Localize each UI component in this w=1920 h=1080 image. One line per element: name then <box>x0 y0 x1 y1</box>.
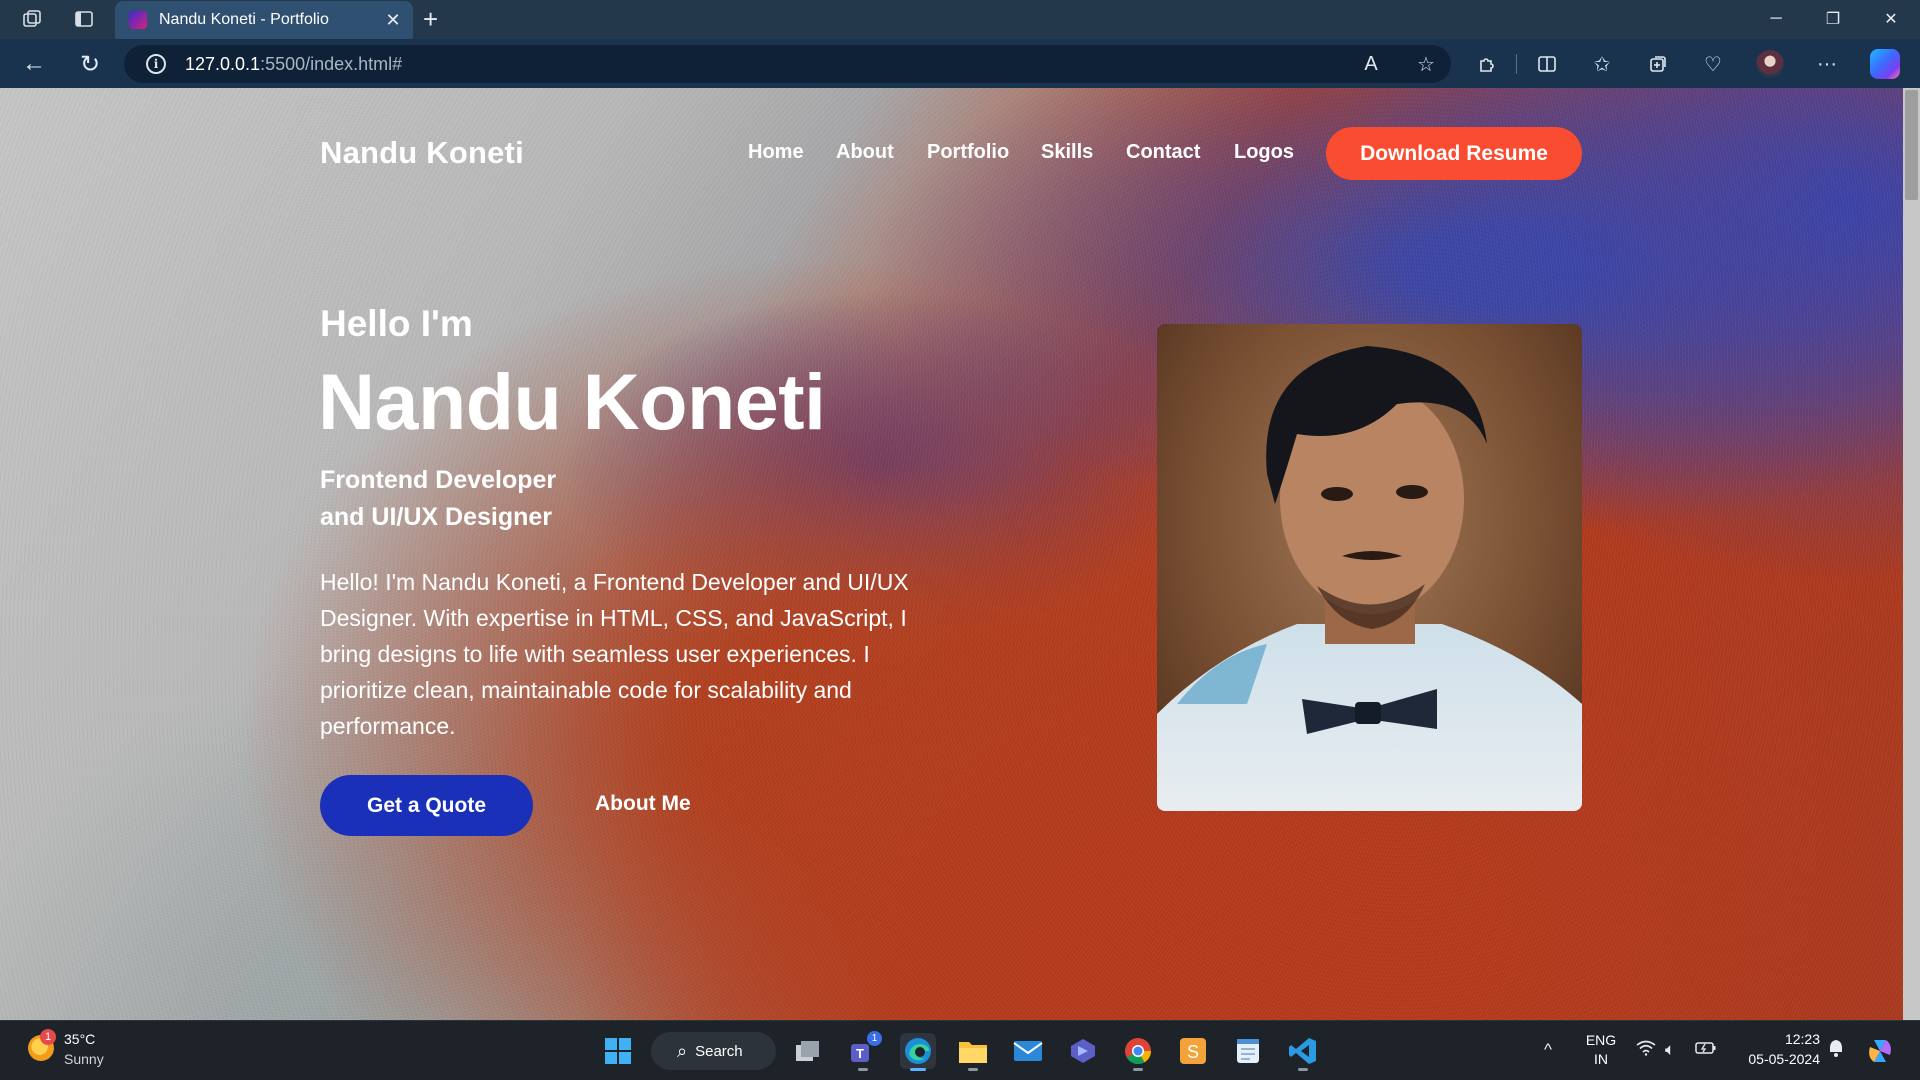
running-indicator <box>858 1068 868 1071</box>
hero-role: Frontend Developer and UI/UX Designer <box>320 462 556 536</box>
new-tab-icon[interactable]: + <box>423 6 438 32</box>
search-label: Search <box>695 1042 743 1060</box>
power-automate-icon[interactable] <box>1065 1033 1101 1069</box>
nav-about[interactable]: About <box>836 141 894 164</box>
scrollbar-thumb[interactable] <box>1905 90 1918 200</box>
clock-time[interactable]: 12:23 <box>1722 1031 1820 1047</box>
nav-skills[interactable]: Skills <box>1041 141 1093 164</box>
hero-bio: Hello! I'm Nandu Koneti, a Frontend Deve… <box>320 569 909 739</box>
site-favicon-icon <box>129 11 147 29</box>
favorites-icon[interactable]: ✩ <box>1587 50 1617 78</box>
running-indicator <box>910 1068 926 1071</box>
back-icon[interactable]: ← <box>21 50 47 77</box>
close-window-icon[interactable]: ✕ <box>1877 6 1905 32</box>
weather-badge: 1 <box>40 1029 56 1045</box>
site-brand[interactable]: Nandu Koneti <box>320 135 524 171</box>
restore-icon[interactable]: ❐ <box>1819 6 1847 32</box>
volume-icon[interactable]: 🔈︎ <box>1665 1040 1675 1060</box>
minimize-icon[interactable]: ─ <box>1762 6 1790 32</box>
profile-portrait <box>1157 324 1582 811</box>
tab-actions-icon[interactable] <box>73 8 95 30</box>
refresh-icon[interactable]: ↻ <box>77 51 103 78</box>
wifi-icon[interactable] <box>1636 1040 1656 1061</box>
profile-avatar[interactable] <box>1756 50 1784 78</box>
browser-tab-bar: Nandu Koneti - Portfolio ✕ + ─ ❐ ✕ <box>0 0 1920 39</box>
url-path: :5500/index.html# <box>260 53 403 74</box>
weather-description[interactable]: Sunny <box>64 1051 104 1067</box>
edge-icon[interactable] <box>900 1033 936 1071</box>
search-icon: ⌕ <box>677 1040 688 1061</box>
mail-icon[interactable] <box>1010 1033 1046 1069</box>
weather-temperature[interactable]: 35°C <box>64 1031 95 1047</box>
about-me-button[interactable]: About Me <box>595 792 691 816</box>
notepad-icon[interactable] <box>1230 1033 1266 1069</box>
hero-name: Nandu Koneti <box>318 357 826 446</box>
split-screen-icon[interactable] <box>1532 50 1562 78</box>
tab-title: Nandu Koneti - Portfolio <box>159 11 329 28</box>
show-hidden-icons-icon[interactable]: ^ <box>1544 1040 1552 1060</box>
taskbar-search[interactable]: ⌕ Search <box>651 1032 776 1070</box>
nav-home[interactable]: Home <box>748 141 804 164</box>
running-indicator <box>968 1068 978 1071</box>
chrome-icon[interactable] <box>1120 1033 1156 1071</box>
url-host: 127.0.0.1 <box>185 53 261 74</box>
browser-essentials-icon[interactable]: ♡ <box>1698 50 1728 78</box>
site-info-icon[interactable]: i <box>146 54 166 74</box>
download-resume-button[interactable]: Download Resume <box>1326 127 1582 180</box>
background-grain <box>0 88 1920 1020</box>
extensions-icon[interactable] <box>1472 50 1502 78</box>
address-bar[interactable]: i 127.0.0.1:5500/index.html# A ☆ <box>124 45 1451 83</box>
more-icon[interactable]: ··· <box>1812 50 1842 78</box>
start-windows-icon[interactable] <box>600 1033 636 1069</box>
vscode-icon[interactable] <box>1285 1033 1321 1071</box>
language-line-1[interactable]: ENG <box>1583 1032 1619 1048</box>
close-tab-icon[interactable]: ✕ <box>383 10 403 31</box>
sublime-icon[interactable]: S <box>1175 1033 1211 1069</box>
read-aloud-icon[interactable]: A <box>1356 45 1386 83</box>
language-line-2[interactable]: IN <box>1583 1051 1619 1067</box>
nav-contact[interactable]: Contact <box>1126 141 1200 164</box>
battery-icon[interactable] <box>1695 1040 1717 1060</box>
teams-icon[interactable]: T 1 <box>845 1031 882 1071</box>
workspaces-icon[interactable] <box>21 8 43 30</box>
task-view-icon[interactable] <box>790 1033 826 1069</box>
copilot-taskbar-icon[interactable] <box>1862 1033 1898 1069</box>
running-indicator <box>1298 1068 1308 1071</box>
collections-icon[interactable] <box>1643 50 1673 78</box>
toolbar-divider <box>1516 54 1517 74</box>
svg-text:S: S <box>1187 1042 1199 1062</box>
role-line-1: Frontend Developer <box>320 466 557 494</box>
hero-greeting: Hello I'm <box>320 303 473 344</box>
page-viewport: Nandu Koneti Home About Portfolio Skills… <box>0 88 1920 1020</box>
svg-text:T: T <box>856 1046 864 1061</box>
active-tab[interactable]: Nandu Koneti - Portfolio ✕ <box>115 1 413 39</box>
clock-date[interactable]: 05-05-2024 <box>1722 1051 1820 1067</box>
page-scrollbar[interactable] <box>1903 88 1920 1020</box>
running-indicator <box>1133 1068 1143 1071</box>
role-line-2: and UI/UX Designer <box>320 503 552 531</box>
copilot-icon[interactable] <box>1870 49 1900 79</box>
nav-portfolio[interactable]: Portfolio <box>927 141 1009 164</box>
teams-badge: 1 <box>867 1031 882 1046</box>
file-explorer-icon[interactable] <box>955 1033 991 1071</box>
notification-bell-icon[interactable] <box>1827 1038 1845 1063</box>
nav-logos[interactable]: Logos <box>1234 141 1294 164</box>
get-quote-button[interactable]: Get a Quote <box>320 775 533 836</box>
favorite-star-icon[interactable]: ☆ <box>1411 45 1441 83</box>
windows-taskbar: 1 35°C Sunny ⌕ Search T 1 S ^ ENG IN 🔈︎ … <box>0 1020 1920 1080</box>
